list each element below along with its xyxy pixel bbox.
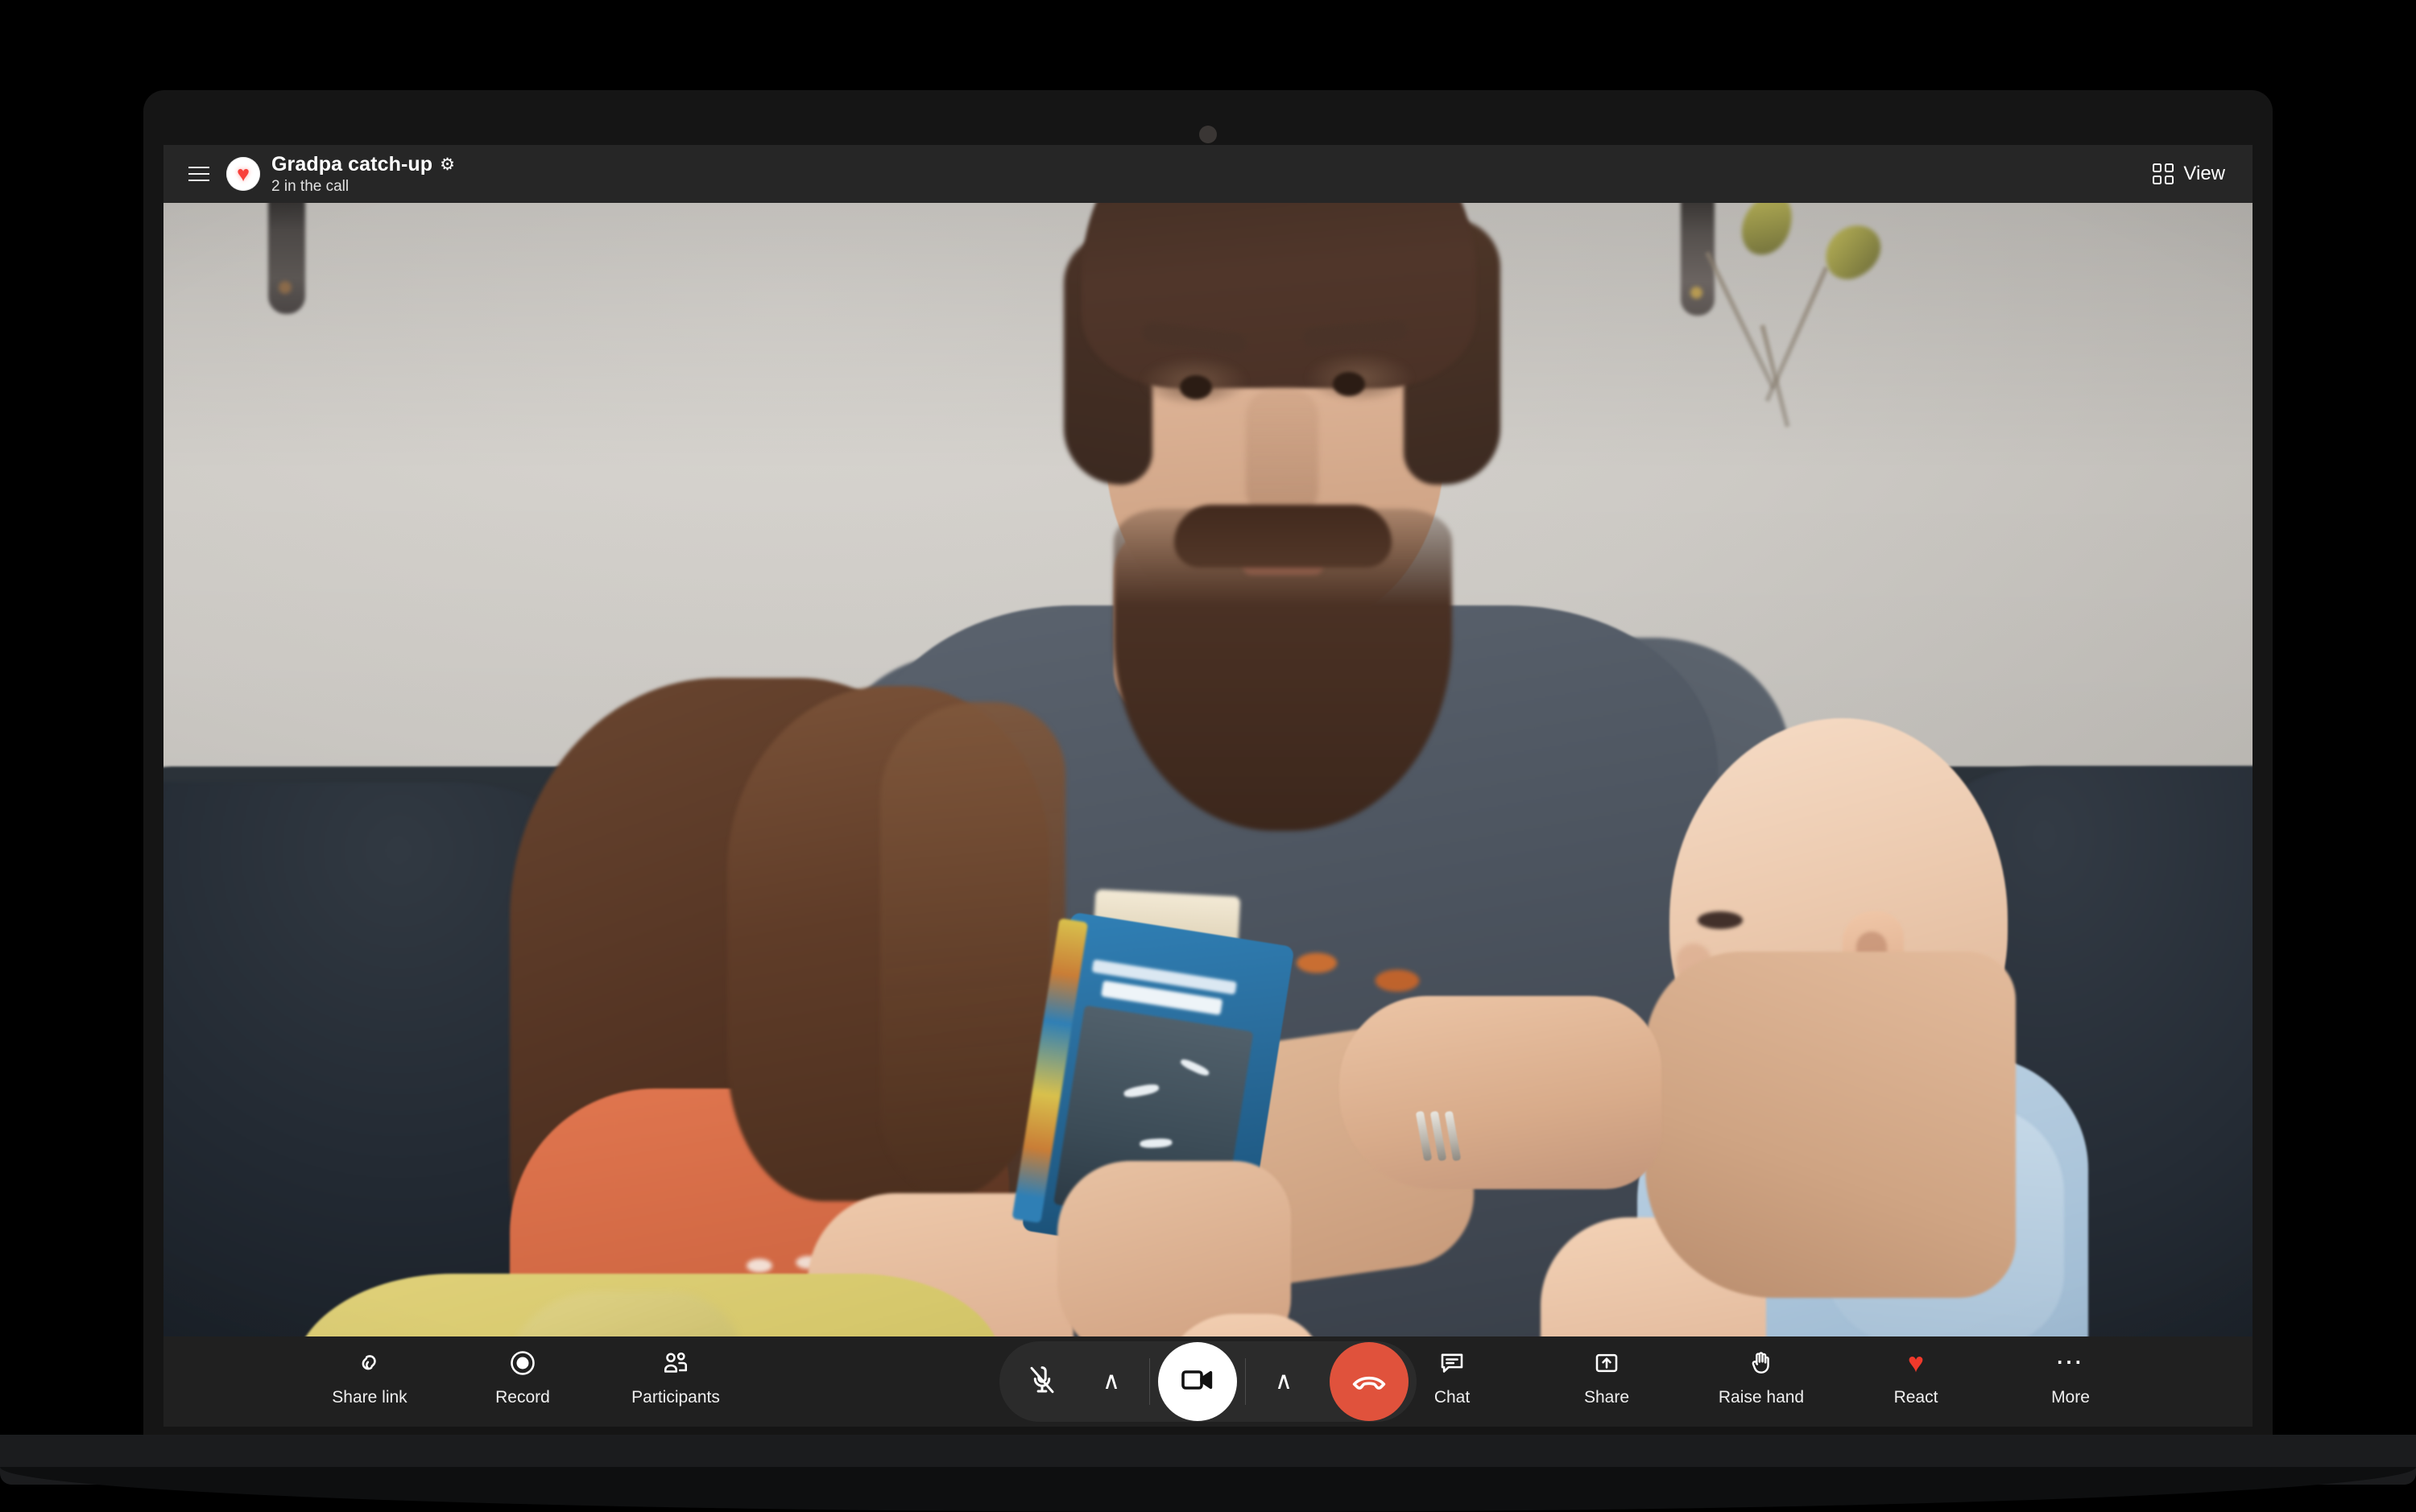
chat-button[interactable]: Chat — [1399, 1346, 1505, 1407]
share-label: Share — [1584, 1388, 1629, 1407]
man-arm-right — [1645, 952, 2016, 1298]
video-call-app: ♥ Gradpa catch-up ⚙ 2 in the call View — [163, 145, 2253, 1427]
ellipsis-icon: ⋯ — [2054, 1346, 2087, 1380]
people-icon — [659, 1346, 693, 1380]
camera-on-icon — [1178, 1361, 1217, 1403]
share-screen-button[interactable]: Share — [1553, 1346, 1660, 1407]
control-divider — [1149, 1358, 1150, 1405]
laptop-webcam — [1199, 126, 1217, 143]
man-hair — [1082, 203, 1476, 388]
toolbar-right-group: Chat Share — [1399, 1346, 2124, 1407]
microphone-options-button[interactable]: ∧ — [1077, 1347, 1146, 1416]
participant-count: 2 in the call — [271, 178, 455, 195]
wall-decor-right-accent — [1690, 287, 1702, 299]
participants-label: Participants — [631, 1388, 720, 1407]
heart-avatar: ♥ — [226, 157, 260, 191]
microphone-toggle[interactable] — [1007, 1347, 1077, 1416]
record-label: Record — [495, 1388, 550, 1407]
heart-glyph: ♥ — [1908, 1349, 1924, 1377]
heart-icon: ♥ — [237, 163, 250, 185]
page-title: Gradpa catch-up — [271, 153, 432, 176]
share-link-button[interactable]: Share link — [316, 1346, 423, 1407]
man-mustache — [1174, 505, 1392, 568]
man-pupil-right — [1333, 372, 1365, 396]
menu-line — [188, 180, 209, 181]
meeting-title-row: Gradpa catch-up ⚙ — [271, 153, 455, 176]
participants-button[interactable]: Participants — [623, 1346, 729, 1407]
more-label: More — [2051, 1388, 2090, 1407]
heart-icon: ♥ — [1899, 1346, 1933, 1380]
meeting-meta: Gradpa catch-up ⚙ 2 in the call — [271, 153, 455, 195]
menu-line — [188, 173, 209, 175]
raise-hand-button[interactable]: Raise hand — [1708, 1346, 1814, 1407]
record-icon — [506, 1346, 540, 1380]
grid-cell — [2165, 163, 2174, 172]
chevron-up-icon: ∧ — [1275, 1369, 1293, 1394]
laptop-base-shadow — [0, 1467, 2416, 1512]
control-divider — [1245, 1358, 1246, 1405]
video-feed[interactable] — [163, 203, 2253, 1427]
view-button-label: View — [2183, 163, 2225, 185]
grid-cell — [2153, 176, 2162, 184]
laptop-frame: ♥ Gradpa catch-up ⚙ 2 in the call View — [0, 0, 2416, 1511]
call-toolbar: Share link Record — [163, 1336, 2253, 1427]
toolbar-left-group: Share link Record — [316, 1346, 729, 1407]
wall-decor-left-accent — [279, 281, 292, 294]
baby-eye — [1698, 911, 1743, 929]
gear-icon[interactable]: ⚙ — [440, 156, 455, 173]
chevron-up-icon: ∧ — [1103, 1369, 1120, 1394]
chat-bubble-icon — [1435, 1346, 1469, 1380]
view-button[interactable]: View — [2145, 156, 2233, 192]
call-header: ♥ Gradpa catch-up ⚙ 2 in the call View — [163, 145, 2253, 203]
wall-decor-left — [268, 203, 305, 314]
record-button[interactable]: Record — [470, 1346, 576, 1407]
grid-cell — [2165, 176, 2174, 184]
man-hand-right — [1339, 996, 1661, 1189]
hamburger-menu-icon[interactable] — [183, 158, 215, 190]
raised-hand-icon — [1744, 1346, 1778, 1380]
end-call-button[interactable] — [1330, 1342, 1409, 1421]
react-label: React — [1894, 1388, 1938, 1407]
grid-view-icon — [2153, 163, 2174, 184]
camera-toggle[interactable] — [1158, 1342, 1237, 1421]
share-screen-icon — [1590, 1346, 1624, 1380]
microphone-muted-icon — [1025, 1363, 1059, 1401]
chat-label: Chat — [1434, 1388, 1470, 1407]
link-icon — [353, 1346, 387, 1380]
call-controls: ∧ ∧ — [999, 1341, 1417, 1422]
ellipsis-glyph: ⋯ — [2055, 1357, 2086, 1369]
menu-line — [188, 167, 209, 168]
more-button[interactable]: ⋯ More — [2017, 1346, 2124, 1407]
grid-cell — [2153, 163, 2162, 172]
raise-hand-label: Raise hand — [1719, 1388, 1804, 1407]
camera-options-button[interactable]: ∧ — [1249, 1347, 1318, 1416]
share-link-label: Share link — [332, 1388, 407, 1407]
react-button[interactable]: ♥ React — [1863, 1346, 1969, 1407]
man-pupil-left — [1180, 375, 1212, 399]
end-call-icon — [1350, 1361, 1388, 1403]
